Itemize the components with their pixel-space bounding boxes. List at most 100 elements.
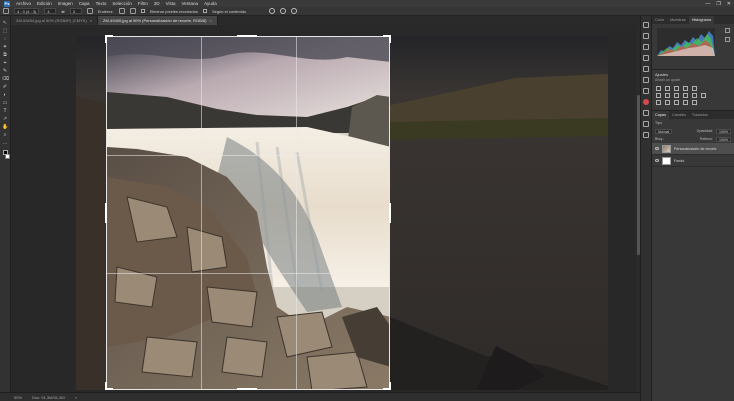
vibrance-icon[interactable] [692, 86, 697, 91]
actions-icon[interactable] [643, 110, 649, 116]
exposure-icon[interactable] [683, 86, 688, 91]
brush-icon[interactable]: ✎ [2, 68, 8, 74]
straighten-icon[interactable] [86, 8, 93, 14]
crop-handle-right[interactable] [389, 203, 391, 223]
menu-ventana[interactable]: Ventana [182, 1, 199, 6]
menu-archivo[interactable]: Archivo [16, 1, 31, 6]
straighten-label[interactable]: Enderez. [98, 9, 114, 14]
layer-row[interactable]: Personalización de recorte [652, 143, 734, 155]
crop-handle-bottom-right[interactable] [383, 388, 391, 390]
opacity-field[interactable]: 100% [716, 128, 731, 134]
maximize-button[interactable]: ❐ [716, 1, 720, 7]
layer-name[interactable]: Fondo [674, 159, 684, 163]
menu-vista[interactable]: Vista [166, 1, 176, 6]
type-icon[interactable]: T [2, 108, 8, 114]
menu-seleccion[interactable]: Selección [112, 1, 132, 6]
cancel-icon[interactable] [280, 8, 287, 14]
status-menu-arrow[interactable]: > [75, 395, 77, 400]
tab-channels[interactable]: Canales [669, 111, 689, 119]
tab-layers[interactable]: Capas [652, 111, 669, 119]
blend-mode-select[interactable]: Normal [655, 128, 673, 134]
posterize-icon[interactable] [665, 100, 670, 105]
menu-3d[interactable]: 3D [154, 1, 160, 6]
info-icon[interactable] [643, 77, 649, 83]
visibility-eye-icon[interactable] [655, 159, 659, 162]
crop-tool-icon[interactable] [3, 8, 9, 14]
close-tab-icon[interactable]: × [209, 18, 211, 23]
width-field[interactable]: 4 [44, 8, 57, 14]
tab-color[interactable]: Color [652, 16, 667, 24]
crop-handle-top[interactable] [237, 35, 257, 37]
gradient-map-icon[interactable] [683, 100, 688, 105]
crop-handle-bottom[interactable] [237, 388, 257, 390]
threshold-icon[interactable] [674, 100, 679, 105]
brush-settings-icon[interactable] [643, 44, 649, 50]
swap-icon[interactable]: ⇄ [61, 9, 64, 14]
menu-capa[interactable]: Capa [79, 1, 90, 6]
content-aware-checkbox[interactable] [202, 9, 207, 13]
menu-edicion[interactable]: Edición [37, 1, 52, 6]
refresh-histogram-icon[interactable] [725, 28, 730, 33]
tab-histogram[interactable]: Histograma [688, 16, 715, 24]
crop-handle-top-left[interactable] [105, 35, 107, 43]
delete-pixels-checkbox[interactable] [140, 9, 145, 13]
ratio-select[interactable]: 4 : 3 (4 : 3) [14, 8, 40, 14]
libraries-icon[interactable] [643, 99, 649, 105]
color-balance-icon[interactable] [665, 93, 670, 98]
eraser-icon[interactable]: ⌫ [2, 76, 9, 82]
fill-field[interactable]: 100% [716, 136, 731, 142]
levels-icon[interactable] [665, 86, 670, 91]
menu-filtro[interactable]: Filtro [138, 1, 148, 6]
photo-filter-icon[interactable] [683, 93, 688, 98]
crop-icon[interactable]: ⧉ [2, 52, 8, 58]
gear-icon[interactable] [129, 8, 136, 14]
crop-box[interactable] [106, 36, 390, 390]
pen-icon[interactable]: ✐ [2, 84, 8, 90]
move-tool-icon[interactable]: ↖ [2, 20, 8, 26]
crop-handle-left[interactable] [105, 203, 107, 223]
swatches-icon[interactable] [643, 132, 649, 138]
navigator-icon[interactable] [643, 88, 649, 94]
tab-document-1[interactable]: ZM-53494.jpg al 50% (RGB/8*) (CMYK) × [11, 16, 99, 25]
zoom-level[interactable]: 50% [14, 395, 22, 400]
shape-icon[interactable]: ▭ [2, 100, 8, 106]
invert-icon[interactable] [656, 100, 661, 105]
lasso-tool-icon[interactable]: ◌ [2, 36, 8, 42]
hand-icon[interactable]: ✋ [2, 124, 8, 130]
dodge-icon[interactable]: ◐ [2, 92, 8, 98]
paragraph-icon[interactable] [643, 66, 649, 72]
layer-name[interactable]: Personalización de recorte [674, 147, 717, 151]
path-select-icon[interactable]: ↗ [2, 116, 8, 122]
more-tools-icon[interactable]: … [2, 140, 8, 146]
layer-kind-filter[interactable]: Tipo [655, 121, 662, 125]
hue-saturation-icon[interactable] [656, 93, 661, 98]
close-tab-icon[interactable]: × [90, 18, 92, 23]
black-white-icon[interactable] [674, 93, 679, 98]
menu-imagen[interactable]: Imagen [58, 1, 73, 6]
adjustments-title[interactable]: Ajustes [652, 70, 734, 78]
foreground-color-swatch[interactable] [2, 150, 8, 155]
overlay-grid-icon[interactable] [118, 8, 125, 14]
visibility-eye-icon[interactable] [655, 147, 659, 150]
magic-wand-icon[interactable]: ✦ [2, 44, 8, 50]
color-lookup-icon[interactable] [701, 93, 706, 98]
brightness-icon[interactable] [656, 86, 661, 91]
zoom-icon[interactable]: ⌕ [2, 132, 8, 138]
eyedropper-icon[interactable]: ⌖ [2, 60, 8, 66]
canvas-area[interactable] [11, 25, 636, 392]
crop-handle-bottom-left[interactable] [105, 388, 113, 390]
close-button[interactable]: ✕ [727, 1, 731, 7]
history-icon[interactable] [643, 22, 649, 28]
crop-handle-top-right[interactable] [389, 35, 391, 43]
properties-icon[interactable] [643, 33, 649, 39]
curves-icon[interactable] [674, 86, 679, 91]
minimize-button[interactable]: — [705, 1, 710, 7]
channel-mixer-icon[interactable] [692, 93, 697, 98]
reset-icon[interactable] [269, 8, 276, 14]
height-field[interactable]: 3 [69, 8, 82, 14]
menu-texto[interactable]: Texto [96, 1, 107, 6]
marquee-tool-icon[interactable]: ⬚ [2, 28, 8, 34]
selective-color-icon[interactable] [692, 100, 697, 105]
tab-document-2[interactable]: ZM-49400.jpg al 50% (Personalización de … [98, 16, 218, 25]
layer-row[interactable]: Fondo [652, 155, 734, 167]
